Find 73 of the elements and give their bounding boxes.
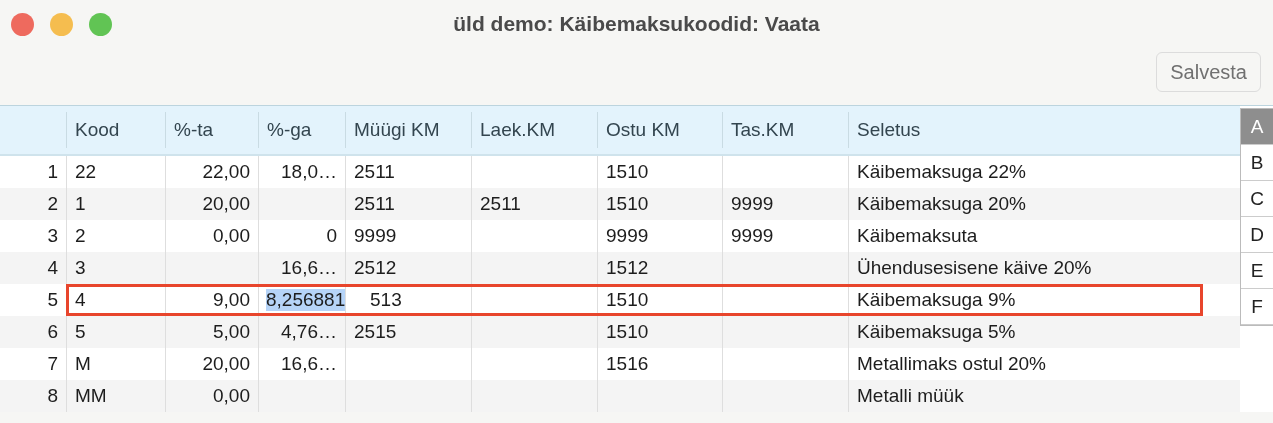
table-cell: 4,76… (281, 321, 337, 343)
table-cell: 5,00 (213, 321, 250, 343)
index-letter[interactable]: B (1241, 145, 1273, 181)
table-cell: 4 (75, 289, 86, 311)
table-cell: 9999 (606, 225, 649, 247)
index-letter[interactable]: F (1241, 289, 1273, 325)
table-cell: 22 (75, 161, 97, 183)
index-letter[interactable]: C (1241, 181, 1273, 217)
column-header[interactable]: %-ga (258, 112, 345, 148)
table-row[interactable]: 6 5 5,00 4,76… 2515 1510 Käibemaksuga 5% (0, 316, 1240, 348)
table-cell: 1516 (606, 353, 649, 375)
column-header[interactable]: Kood (66, 112, 165, 148)
table-cell: Ühendusesisene käive 20% (857, 257, 1092, 279)
table-cell: MM (75, 385, 107, 407)
table-cell: 9999 (354, 225, 397, 247)
close-button[interactable] (11, 12, 34, 36)
row-number: 3 (46, 224, 59, 248)
row-number: 4 (46, 256, 59, 280)
column-header[interactable]: Ostu KM (597, 112, 722, 148)
table-cell: Käibemaksuga 22% (857, 161, 1026, 183)
table-cell: 16,6… (281, 353, 337, 375)
window-title: üld demo: Käibemaksukoodid: Vaata (453, 12, 820, 36)
row-number: 6 (46, 320, 59, 344)
table-cell: 2512 (354, 257, 397, 279)
table-cell: Käibemaksuga 9% (857, 289, 1016, 311)
table-cell: Metalli müük (857, 385, 964, 407)
table-cell: M (75, 353, 91, 375)
table-cell: 2515 (354, 321, 397, 343)
table-cell: 2511 (354, 193, 395, 215)
row-number: 7 (46, 352, 59, 376)
column-header[interactable]: %-ta (165, 112, 258, 148)
table-cell: 1512 (606, 257, 649, 279)
table-cell: 22,00 (202, 161, 250, 183)
zoom-button[interactable] (89, 12, 112, 36)
column-header[interactable]: Tas.KM (722, 112, 848, 148)
table-cell: Metallimaks ostul 20% (857, 353, 1047, 375)
row-number: 2 (46, 192, 59, 216)
row-number: 1 (46, 160, 59, 184)
table-cell: 0 (326, 225, 337, 247)
column-header[interactable]: Müügi KM (345, 112, 471, 148)
index-letter[interactable]: E (1241, 253, 1273, 289)
table-row[interactable]: 4 3 16,6… 2512 1512 Ühendusesisene käive 20% (0, 252, 1240, 284)
table-cell: 20,00 (202, 193, 250, 215)
table-cell: 0,00 (213, 385, 250, 407)
table-cell: 3 (75, 257, 86, 279)
table-cell: Käibemaksuga 5% (857, 321, 1016, 343)
column-header[interactable]: Laek.KM (471, 112, 597, 148)
table-row[interactable]: 2 1 20,00 2511 2511 1510 9999 Käibemaksuga 20% (0, 188, 1240, 220)
table-cell: 2 (75, 225, 86, 247)
table-cell: 16,6… (281, 257, 337, 279)
row-number: 5 (46, 288, 59, 312)
table-cell: 2511 (480, 193, 521, 215)
row-number: 8 (46, 384, 59, 408)
table-cell: 1510 (606, 289, 649, 311)
table-cell: 18,0… (281, 161, 337, 183)
table-cell: 9999 (731, 225, 774, 247)
table-row[interactable]: 8 MM 0,00 Metalli müük (0, 380, 1240, 412)
table-cell: 2511 (354, 161, 395, 183)
table-cell: 20,00 (202, 353, 250, 375)
table-cell: Käibemaksuga 20% (857, 193, 1026, 215)
table-cell: 9,00 (213, 289, 250, 311)
table-cell: Käibemaksuta (857, 225, 978, 247)
table-cell: 1510 (606, 193, 649, 215)
table-cell: 513 (370, 289, 402, 311)
table-cell: 0,00 (213, 225, 250, 247)
table-cell: 1510 (606, 161, 649, 183)
table-cell: 5 (75, 321, 86, 343)
table-cell: 9999 (731, 193, 774, 215)
index-letter[interactable]: D (1241, 217, 1273, 253)
minimize-button[interactable] (50, 12, 73, 36)
table-cell: 1 (75, 193, 86, 215)
cell-editor[interactable]: 8,256881 (266, 289, 346, 311)
table-cell: 1510 (606, 321, 649, 343)
